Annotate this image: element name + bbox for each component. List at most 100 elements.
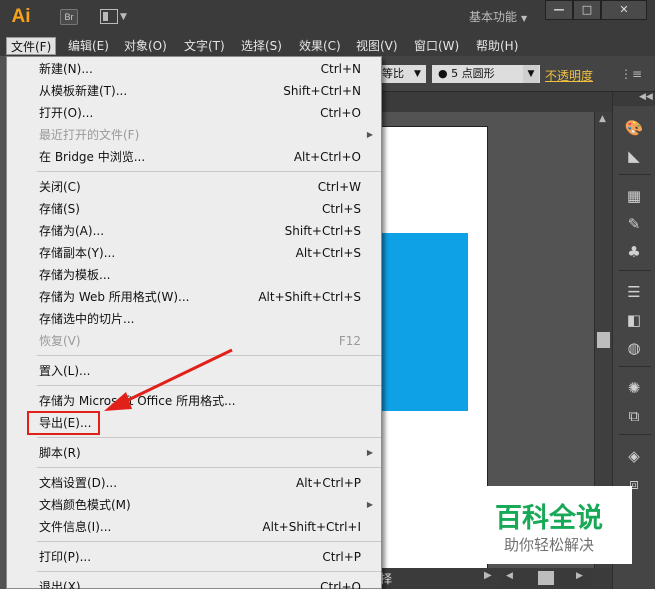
brush-icon[interactable]: ✎ <box>623 214 645 234</box>
menu-item[interactable]: 在 Bridge 中浏览... Alt+Ctrl+O <box>7 146 381 168</box>
submenu-arrow-icon: ▶ <box>366 500 373 509</box>
grid-icon[interactable]: ▦ <box>623 186 645 206</box>
club-icon[interactable]: ♣ <box>623 242 645 262</box>
menu-item[interactable]: 从模板新建(T)... Shift+Ctrl+N <box>7 80 381 102</box>
status-menu-icon[interactable]: ▶ <box>484 570 492 581</box>
menu-item-label: 文件信息(I)... <box>39 520 112 534</box>
watermark: 百科全说 助你轻松解决 <box>466 486 632 564</box>
menu-item-label: 关闭(C) <box>39 180 81 194</box>
chevron-down-icon: ▼ <box>414 69 421 79</box>
arrange-documents-icon[interactable]: ▼ <box>100 9 128 25</box>
menu-item[interactable]: 存储选中的切片... <box>7 308 381 330</box>
circles-icon[interactable]: ◍ <box>623 338 645 358</box>
menu-separator <box>37 571 381 572</box>
menu-item-label: 退出(X) <box>39 580 81 589</box>
scroll-up-icon[interactable]: ▲ <box>599 114 606 124</box>
lines-icon[interactable]: ☰ <box>623 282 645 302</box>
menu-item[interactable]: 存储(S) Ctrl+S <box>7 198 381 220</box>
document-tab-bar <box>380 92 612 112</box>
chevron-down-icon: ▼ <box>521 14 528 23</box>
menu-item[interactable]: 帮助(H) <box>472 37 522 55</box>
sun-icon[interactable]: ✺ <box>623 378 645 398</box>
menu-item-shortcut: Ctrl+W <box>317 180 361 194</box>
scroll-thumb[interactable] <box>597 332 610 348</box>
menu-item[interactable]: 存储副本(Y)... Alt+Ctrl+S <box>7 242 381 264</box>
menu-item[interactable]: 效果(C) <box>295 37 345 55</box>
menu-item-label: 置入(L)... <box>39 364 91 378</box>
menu-item[interactable]: 打印(P)... Ctrl+P <box>7 546 381 568</box>
menu-item-shortcut: Alt+Ctrl+P <box>296 476 361 490</box>
menu-item[interactable]: 存储为(A)... Shift+Ctrl+S <box>7 220 381 242</box>
menu-item[interactable]: 存储为模板... <box>7 264 381 286</box>
menu-item[interactable]: 置入(L)... <box>7 360 381 382</box>
app-logo: Ai <box>11 6 31 27</box>
palette-icon[interactable]: 🎨 <box>623 118 645 138</box>
submenu-arrow-icon: ▶ <box>366 130 373 139</box>
watermark-subtitle: 助你轻松解决 <box>503 536 594 554</box>
menu-item-shortcut: Alt+Ctrl+O <box>293 150 361 164</box>
scroll-right-icon[interactable]: ▶ <box>576 571 583 581</box>
opacity-link[interactable]: 不透明度 <box>545 67 593 84</box>
menu-item[interactable]: 新建(N)... Ctrl+N <box>7 58 381 80</box>
menu-item-label: 存储为(A)... <box>39 224 105 238</box>
collapse-dock-icon[interactable]: ◀◀ <box>639 92 653 102</box>
menu-item[interactable]: 存储为 Microsoft Office 所用格式... <box>7 390 381 412</box>
horizontal-scrollbar[interactable]: ◀ ▶ <box>502 570 592 586</box>
menu-item[interactable]: 存储为 Web 所用格式(W)... Alt+Shift+Ctrl+S <box>7 286 381 308</box>
workspace-label: 基本功能 <box>469 10 518 24</box>
menu-item[interactable]: 文档设置(D)... Alt+Ctrl+P <box>7 472 381 494</box>
menu-item-label: 最近打开的文件(F) <box>39 128 140 142</box>
menu-item[interactable]: 选择(S) <box>237 37 286 55</box>
menu-item-label: 在 Bridge 中浏览... <box>39 150 146 164</box>
ratio-dropdown[interactable]: 等比 ▼ <box>380 65 426 83</box>
panel-menu-icon[interactable]: ⋮≡ <box>620 67 642 81</box>
close-button[interactable]: ✕ <box>601 0 647 20</box>
menu-item[interactable]: 文字(T) <box>180 37 229 55</box>
layers-icon[interactable]: ◈ <box>623 446 645 466</box>
gradient-icon[interactable]: ◣ <box>623 146 645 166</box>
minimize-button[interactable]: — <box>545 0 573 20</box>
menu-item[interactable]: 退出(X) Ctrl+Q <box>7 576 381 589</box>
menu-item-label: 打印(P)... <box>39 550 92 564</box>
menu-item[interactable]: 窗口(W) <box>410 37 463 55</box>
menu-item-shortcut: Ctrl+Q <box>320 580 361 589</box>
export-icon[interactable]: ⧉ <box>623 406 645 426</box>
menu-item[interactable]: 文件信息(I)... Alt+Shift+Ctrl+I <box>7 516 381 538</box>
control-bar: 等比 ▼ ● 5 点圆形 ▼ 不透明度 ⋮≡ <box>380 56 655 92</box>
menu-item[interactable]: 文件(F) <box>6 37 57 55</box>
menu-item[interactable]: 对象(O) <box>120 37 171 55</box>
dock-header[interactable]: ◀◀ <box>613 92 655 106</box>
gradient-swatch-icon[interactable]: ◧ <box>623 310 645 330</box>
menu-item-label: 新建(N)... <box>39 62 93 76</box>
menu-item[interactable]: 文档颜色模式(M) ▶ <box>7 494 381 516</box>
menu-item-label: 文档设置(D)... <box>39 476 118 490</box>
menu-item[interactable]: 关闭(C) Ctrl+W <box>7 176 381 198</box>
menu-separator <box>37 171 381 172</box>
scroll-left-icon[interactable]: ◀ <box>506 571 513 581</box>
status-bar: 择 ▶ ◀ ▶ <box>380 568 612 589</box>
menu-item[interactable]: 打开(O)... Ctrl+O <box>7 102 381 124</box>
menu-item[interactable]: 恢复(V) F12 <box>7 330 381 352</box>
menu-item[interactable]: 视图(V) <box>352 37 402 55</box>
submenu-arrow-icon: ▶ <box>366 448 373 457</box>
menu-item[interactable]: 脚本(R) ▶ <box>7 442 381 464</box>
maximize-button[interactable]: □ <box>573 0 601 20</box>
menu-item[interactable]: 编辑(E) <box>64 37 113 55</box>
menu-item-label: 存储选中的切片... <box>39 312 135 326</box>
scroll-thumb-horizontal[interactable] <box>538 571 554 585</box>
menu-item-shortcut: Ctrl+P <box>322 550 361 564</box>
watermark-title: 百科全说 <box>495 503 603 534</box>
blue-rectangle[interactable] <box>380 233 468 411</box>
file-menu-dropdown: 新建(N)... Ctrl+N 从模板新建(T)... Shift+Ctrl+N 打开(… <box>6 56 382 589</box>
brush-dropdown-button[interactable]: ▼ <box>523 65 539 83</box>
menu-item-shortcut: Shift+Ctrl+N <box>283 84 361 98</box>
menu-separator <box>37 467 381 468</box>
menu-separator <box>37 385 381 386</box>
workspace-switcher[interactable]: 基本功能 ▼ <box>469 8 527 25</box>
bridge-button[interactable]: Br <box>60 9 78 25</box>
menu-item-label: 存储(S) <box>39 202 80 216</box>
brush-value: ● 5 点圆形 <box>438 67 495 80</box>
menu-item-label: 存储为 Microsoft Office 所用格式... <box>39 394 236 408</box>
export-highlight-box <box>27 411 100 435</box>
menu-item[interactable]: 最近打开的文件(F) ▶ <box>7 124 381 146</box>
